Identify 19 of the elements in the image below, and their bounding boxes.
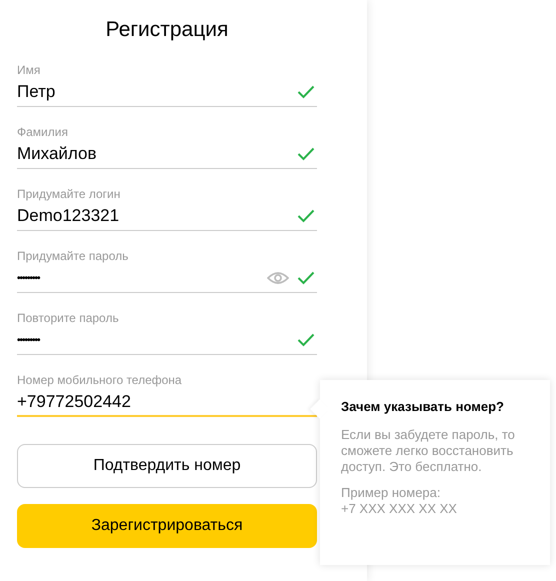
hint-example: Пример номера: +7 XXX XXX XX XX — [341, 485, 458, 517]
input-field[interactable]: Михайлов — [17, 140, 317, 169]
input-field[interactable]: +79772502442 — [17, 388, 317, 417]
field-label: Придумайте логин — [17, 186, 122, 202]
field-label: Номер мобильного телефона — [17, 372, 183, 388]
field-label: Повторите пароль — [17, 310, 120, 326]
confirm-button[interactable]: Подтвердить номер — [17, 444, 317, 488]
field-label: Придумайте пароль — [17, 248, 130, 264]
eye-icon[interactable] — [267, 271, 289, 285]
register-button[interactable]: Зарегистрироваться — [17, 504, 317, 548]
hint-title: Зачем указывать номер? — [341, 399, 505, 414]
hint-text: Если вы забудете пароль, то сможете легко восстановить доступ. Это бесплатно. — [341, 427, 516, 475]
input-field[interactable]: Петр — [17, 78, 317, 107]
field-label: Фамилия — [17, 124, 69, 140]
form-title: Регистрация — [104, 17, 230, 43]
field-label: Имя — [17, 62, 42, 78]
input-field[interactable]: Demo123321 — [17, 202, 317, 231]
input-field[interactable]: ••••••••• — [17, 326, 317, 355]
input-field[interactable]: ••••••••• — [17, 264, 317, 293]
